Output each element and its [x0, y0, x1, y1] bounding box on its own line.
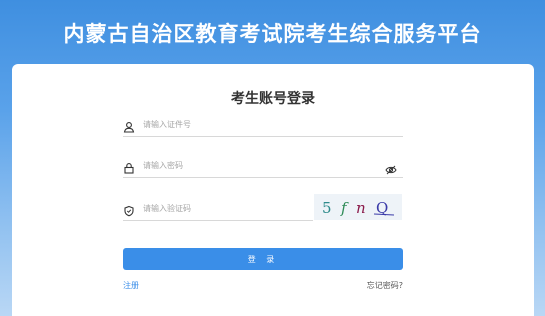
shield-icon [123, 202, 135, 217]
captcha-char: 5 [322, 199, 332, 217]
captcha-char: n [356, 199, 366, 217]
captcha-field[interactable] [123, 198, 313, 221]
register-link[interactable]: 注册 [123, 280, 139, 291]
page-title: 内蒙古自治区教育考试院考生综合服务平台 [63, 22, 482, 46]
password-field[interactable] [123, 155, 403, 178]
login-title: 考生账号登录 [231, 91, 315, 107]
forgot-password-link[interactable]: 忘记密码? [355, 280, 403, 291]
password-input[interactable] [143, 157, 373, 173]
captcha-image[interactable]: 5 f n Q [314, 194, 402, 220]
lock-icon [123, 159, 135, 174]
id-number-input[interactable] [143, 116, 373, 132]
id-number-field[interactable] [123, 114, 403, 137]
captcha-input[interactable] [143, 200, 303, 216]
login-button[interactable]: 登 录 [123, 248, 403, 270]
captcha-char: f [340, 199, 349, 217]
eye-hidden-icon[interactable] [385, 160, 397, 175]
user-icon [123, 118, 135, 133]
